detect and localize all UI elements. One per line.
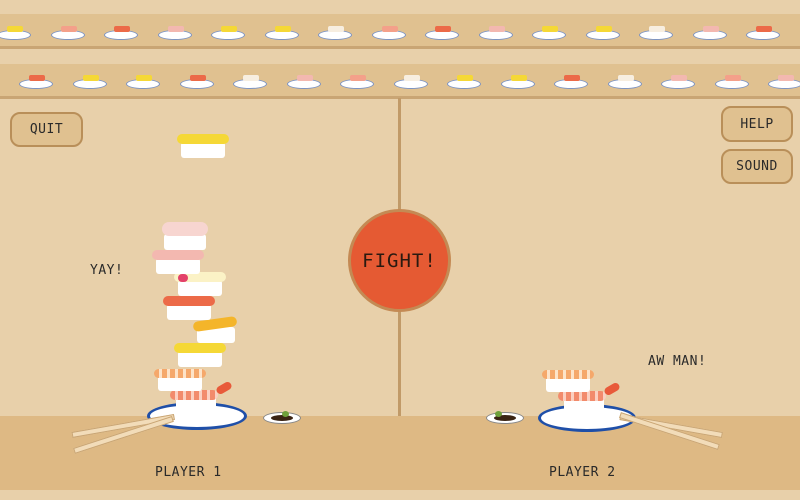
sushi-shrimp — [542, 368, 596, 394]
conveyor-plate-tuna — [157, 26, 192, 40]
conveyor-plate-tamago — [447, 75, 481, 89]
conveyor-plate-salmon — [554, 75, 588, 89]
player-2-reaction: AW MAN! — [648, 354, 707, 369]
fight-button[interactable]: FIGHT! — [348, 209, 451, 312]
conveyor-plate-salmon — [19, 75, 53, 89]
conveyor-plate-shrimp — [371, 26, 406, 40]
conveyor-plate-tuna — [692, 26, 727, 40]
falling-sushi — [177, 134, 231, 160]
conveyor-plate-salmon — [746, 26, 780, 40]
conveyor-plate-squid — [639, 26, 673, 40]
sushi-shrimp — [154, 367, 208, 393]
conveyor-plate-tuna — [286, 75, 321, 89]
conveyor-plate-squid — [607, 75, 642, 89]
conveyor-plate-squid — [233, 75, 267, 89]
conveyor-plate-shrimp — [50, 26, 85, 40]
conveyor-plate-tuna — [768, 75, 800, 89]
sushi-tuna — [152, 250, 206, 276]
conveyor-plate-shrimp — [340, 75, 374, 89]
sushi-tuna — [162, 222, 210, 250]
conveyor-plate-shrimp — [714, 75, 749, 89]
conveyor-plate-squid — [318, 26, 352, 40]
player-1-label: PLAYER 1 — [155, 465, 222, 480]
sushi-salmon — [163, 296, 217, 322]
conveyor-plate-salmon — [179, 75, 214, 89]
conveyor-plate-tamago — [211, 26, 245, 40]
conveyor-plate-squid — [393, 75, 428, 89]
conveyor-plate-salmon — [104, 26, 138, 40]
conveyor-plate-tamago — [532, 26, 566, 40]
conveyor-plate-tuna — [478, 26, 513, 40]
conveyor-plate-tamago — [264, 26, 299, 40]
conveyor-rail — [0, 46, 800, 49]
sound-button[interactable]: SOUND — [721, 149, 793, 184]
conveyor-plate-tamago — [72, 75, 107, 89]
conveyor-plate-tuna — [661, 75, 695, 89]
sushi-tamago — [174, 343, 228, 369]
soy-sauce-dish-player-1 — [263, 411, 301, 424]
conveyor-plate-tamago — [585, 26, 620, 40]
conveyor-plate-tamago — [500, 75, 535, 89]
quit-button[interactable]: QUIT — [10, 112, 83, 147]
player-1-reaction: YAY! — [90, 263, 124, 278]
conveyor-plate-tamago — [126, 75, 160, 89]
help-button[interactable]: HELP — [721, 106, 793, 142]
player-2-label: PLAYER 2 — [549, 465, 616, 480]
soy-sauce-dish-player-2 — [486, 411, 524, 424]
table-edge — [0, 490, 800, 500]
conveyor-plate-salmon — [425, 26, 459, 40]
